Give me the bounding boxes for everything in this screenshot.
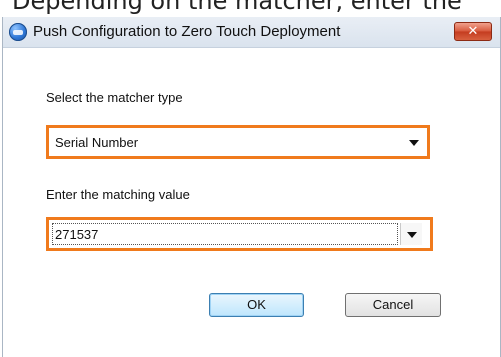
matching-value-combobox[interactable]: 271537 xyxy=(52,223,427,245)
matcher-type-label: Select the matcher type xyxy=(46,90,183,105)
matching-value-text: 271537 xyxy=(55,227,99,242)
matching-value-label: Enter the matching value xyxy=(46,187,190,202)
matching-value-highlight: 271537 xyxy=(46,217,433,251)
chevron-down-icon xyxy=(409,140,419,146)
close-icon: ✕ xyxy=(467,24,479,39)
matcher-type-value: Serial Number xyxy=(55,135,139,150)
app-icon xyxy=(9,23,27,41)
matcher-type-dropdown[interactable]: Serial Number xyxy=(52,131,424,153)
page-caption-text: Depending on the matcher, enter the xyxy=(12,0,462,15)
matcher-type-highlight: Serial Number xyxy=(46,125,430,159)
chevron-down-icon xyxy=(407,232,417,238)
close-button[interactable]: ✕ xyxy=(454,22,492,41)
dialog-title: Push Configuration to Zero Touch Deploym… xyxy=(33,23,341,40)
ok-button[interactable]: OK xyxy=(209,293,304,317)
matching-value-input[interactable]: 271537 xyxy=(52,223,398,245)
title-bar[interactable]: Push Configuration to Zero Touch Deploym… xyxy=(3,17,500,48)
dialog-window: Push Configuration to Zero Touch Deploym… xyxy=(2,17,501,357)
matching-value-dropdown-button[interactable] xyxy=(400,223,422,245)
cancel-button[interactable]: Cancel xyxy=(345,293,441,317)
